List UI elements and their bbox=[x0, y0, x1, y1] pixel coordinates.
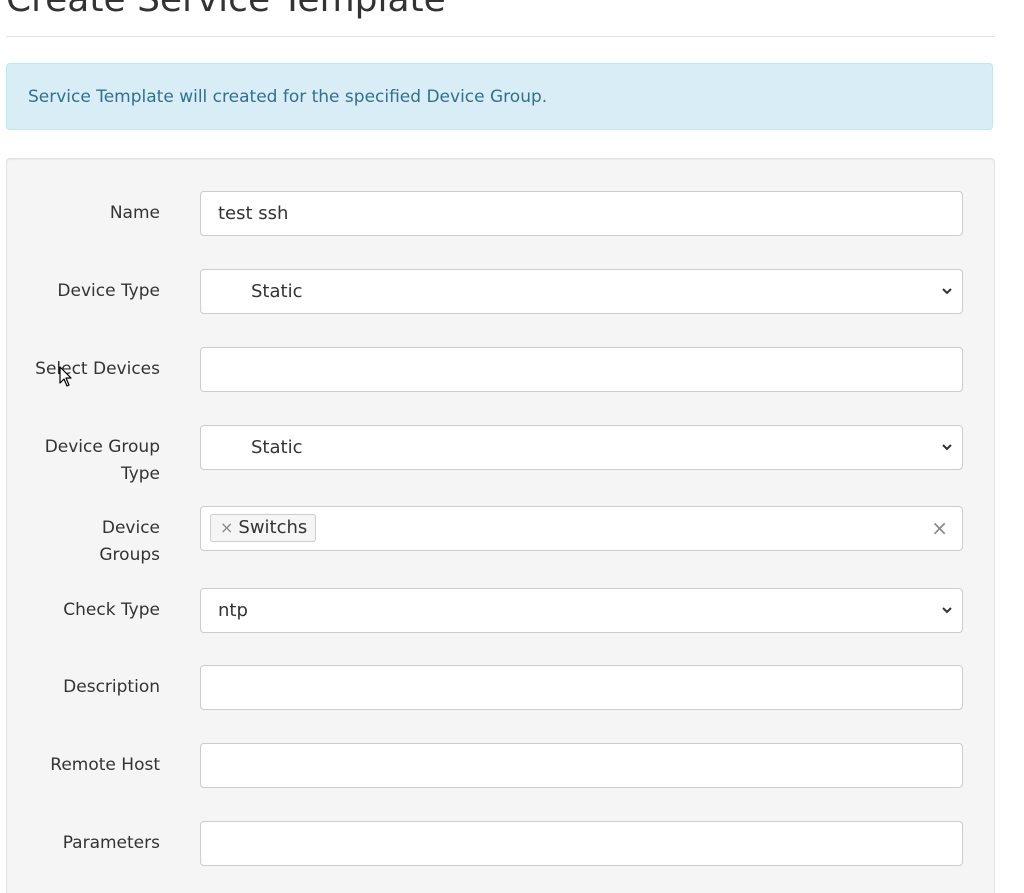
check-type-select-value: ntp bbox=[218, 600, 248, 621]
description-input[interactable] bbox=[200, 665, 963, 710]
info-alert-text: Service Template will created for the sp… bbox=[28, 87, 548, 107]
device-group-tag-label: Switchs bbox=[238, 517, 308, 538]
device-group-type-label-line2: Type bbox=[120, 464, 160, 484]
name-input-value: test ssh bbox=[218, 203, 289, 224]
check-type-select[interactable]: ntp bbox=[200, 588, 963, 633]
clear-all-close-icon[interactable]: × bbox=[931, 516, 948, 540]
chevron-down-icon bbox=[942, 288, 952, 295]
create-service-template-page: Create Service Template Service Template… bbox=[0, 0, 1024, 893]
device-groups-label-line1: Device bbox=[101, 518, 160, 538]
service-template-form: Name test ssh Device Type Static Select … bbox=[6, 158, 995, 893]
device-group-type-select-value: Static bbox=[251, 437, 303, 458]
device-group-type-label-line1: Device Group bbox=[44, 437, 160, 457]
select-devices-label: Select Devices bbox=[35, 359, 160, 379]
device-type-select[interactable]: Static bbox=[200, 269, 963, 314]
title-divider bbox=[6, 36, 995, 37]
remote-host-label: Remote Host bbox=[50, 755, 160, 775]
device-groups-multiselect[interactable]: × Switchs × bbox=[200, 506, 963, 551]
info-alert: Service Template will created for the sp… bbox=[6, 63, 993, 130]
device-group-tag: × Switchs bbox=[210, 514, 317, 542]
name-label: Name bbox=[109, 203, 160, 223]
device-groups-label: Device Groups bbox=[10, 515, 160, 569]
parameters-label: Parameters bbox=[62, 833, 160, 853]
remote-host-input[interactable] bbox=[200, 743, 963, 788]
device-group-type-label: Device Group Type bbox=[10, 434, 160, 488]
chevron-down-icon bbox=[942, 607, 952, 614]
device-type-select-value: Static bbox=[251, 281, 303, 302]
close-icon[interactable]: × bbox=[220, 518, 233, 537]
mouse-cursor-icon bbox=[59, 366, 72, 387]
device-groups-label-line2: Groups bbox=[99, 545, 160, 565]
parameters-input[interactable] bbox=[200, 821, 963, 866]
chevron-down-icon bbox=[942, 444, 952, 451]
page-title: Create Service Template bbox=[6, 0, 446, 22]
device-group-type-select[interactable]: Static bbox=[200, 425, 963, 470]
check-type-label: Check Type bbox=[63, 600, 160, 620]
description-label: Description bbox=[63, 677, 160, 697]
name-input[interactable]: test ssh bbox=[200, 191, 963, 236]
device-type-label: Device Type bbox=[57, 281, 160, 301]
select-devices-input[interactable] bbox=[200, 347, 963, 392]
